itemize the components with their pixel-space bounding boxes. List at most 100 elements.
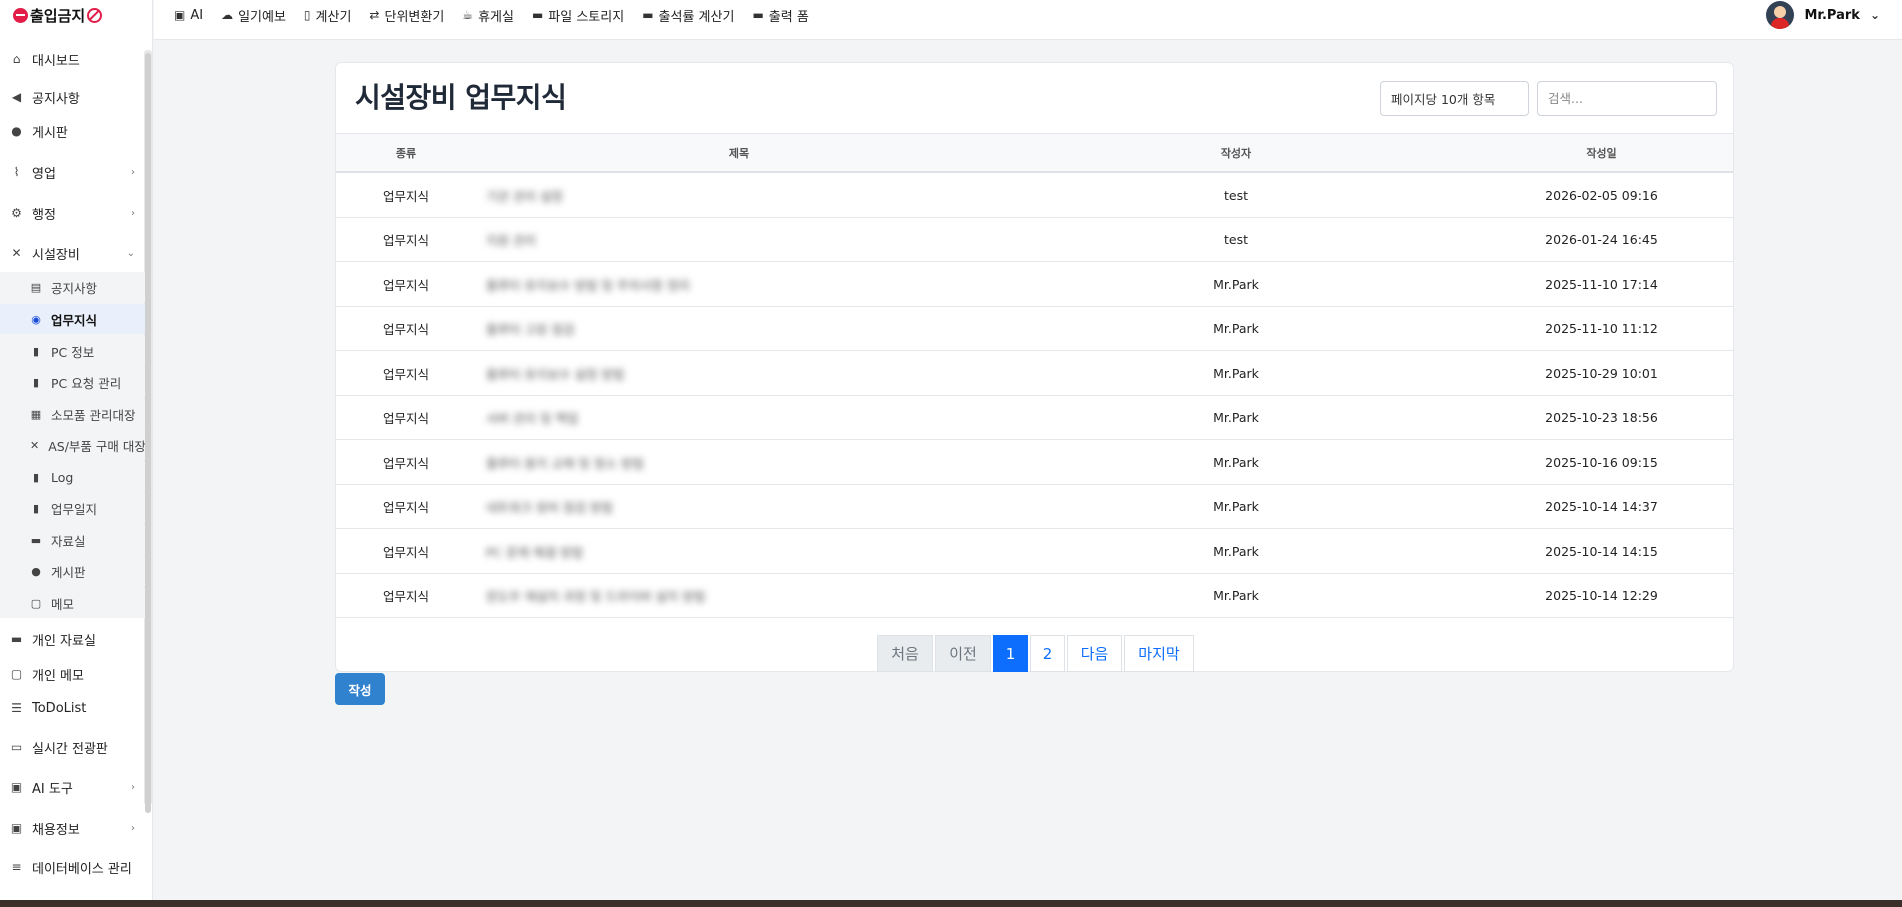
topnav-label: 출석률 계산기 (658, 9, 735, 25)
table-row[interactable]: 업무지식 네트워크 장비 점검 방법 Mr.Park 2025-10-14 14:37 (336, 485, 1733, 529)
page-next-button[interactable]: 다음 (1067, 635, 1122, 672)
cell-title[interactable]: 플루터 유지보수 방법 및 주의사항 정리 (476, 262, 1002, 306)
cell-date-text: 2025-10-14 14:15 (1545, 543, 1658, 559)
sidebar-subitem-board[interactable]: ● 게시판 (0, 556, 145, 586)
cell-author: Mr.Park (1002, 396, 1470, 440)
topnav-label: 출력 폼 (768, 9, 809, 25)
database-icon: ≡ (11, 860, 22, 874)
table-row[interactable]: 업무지식 서버 관리 및 백업 Mr.Park 2025-10-23 18:56 (336, 396, 1733, 440)
table-row[interactable]: 업무지식 지원 관리 test 2026-01-24 16:45 (336, 218, 1733, 262)
cell-date-text: 2025-10-14 14:37 (1545, 499, 1658, 514)
sidebar-subitem-memo[interactable]: ▢ 메모 (0, 588, 145, 618)
note-icon: ▢ (30, 596, 42, 610)
calculator-icon: ▯ (303, 8, 311, 22)
column-header-date[interactable]: 작성일 (1470, 134, 1733, 172)
page-button-1[interactable]: 1 (993, 635, 1028, 672)
cell-type-text: 업무지식 (382, 366, 429, 382)
cell-title[interactable]: 네트워크 장비 점검 방법 (476, 485, 1002, 529)
sidebar-item-database[interactable]: ≡ 데이터베이스 관리 (0, 852, 145, 882)
cell-title[interactable]: 기관 관리 설정 (476, 173, 1002, 217)
cell-title[interactable]: 플루터 유지보수 설정 방법 (476, 351, 1002, 395)
cell-title[interactable]: 플루터 용지 교체 및 청소 방법 (476, 440, 1002, 484)
topnav-attendance-calc[interactable]: ▬ 출석률 계산기 (642, 6, 734, 25)
sidebar-item-live-board[interactable]: ▭ 실시간 전광판 (0, 732, 145, 762)
topnav-ai[interactable]: ▣ AI (174, 8, 203, 23)
page-first-button[interactable]: 처음 (877, 635, 933, 672)
page-title: 시설장비 업무지식 (355, 81, 567, 114)
chevron-right-icon: › (131, 781, 135, 793)
sidebar-item-label: 실시간 전광판 (32, 741, 108, 757)
sidebar-item-sales[interactable]: ⌇ 영업 › (0, 157, 145, 187)
sidebar-item-label: 영업 (32, 166, 56, 182)
table-row[interactable]: 업무지식 PC 문제 해결 방법 Mr.Park 2025-10-14 14:15 (336, 529, 1733, 574)
folder-icon: ▬ (531, 8, 544, 22)
sidebar-subitem-pc-requests[interactable]: ▮ PC 요청 관리 (0, 367, 145, 397)
sidebar-item-todolist[interactable]: ☰ ToDoList (0, 693, 145, 723)
sidebar-item-label: 개인 자료실 (32, 633, 96, 649)
cell-title[interactable]: 지원 관리 (476, 218, 1002, 262)
page-last-button[interactable]: 마지막 (1124, 635, 1194, 672)
per-page-select[interactable]: 페이지당 10개 항목 (1380, 81, 1529, 116)
topnav-unit-converter[interactable]: ⇄ 단위변환기 (369, 6, 444, 25)
topnav-weather[interactable]: ☁ 일기예보 (221, 6, 286, 25)
column-header-author[interactable]: 작성자 (1002, 134, 1470, 172)
sidebar-item-board[interactable]: ● 게시판 (0, 116, 145, 146)
user-name: Mr.Park (1804, 7, 1860, 23)
sidebar-subitem-log[interactable]: ▮ Log (0, 462, 145, 492)
table-row[interactable]: 업무지식 플루터 용지 교체 및 청소 방법 Mr.Park 2025-10-16 0… (336, 440, 1733, 485)
topnav-file-storage[interactable]: ▬ 파일 스토리지 (532, 6, 624, 25)
write-button[interactable]: 작성 (335, 673, 385, 705)
page-button-2[interactable]: 2 (1030, 635, 1065, 672)
cell-title[interactable]: 서버 관리 및 백업 (476, 396, 1002, 440)
sidebar-item-jobs[interactable]: ▣ 채용정보 › (0, 813, 145, 843)
table-row[interactable]: 업무지식 플루터 유지보수 설정 방법 Mr.Park 2025-10-29 10:0… (336, 351, 1733, 396)
cell-type: 업무지식 (336, 173, 476, 217)
cell-title[interactable]: 플루터 고장 점검 (476, 307, 1002, 351)
cell-type: 업무지식 (336, 262, 476, 306)
search-input[interactable] (1537, 81, 1717, 116)
sidebar-subitem-label: 업무지식 (51, 312, 98, 328)
sidebar-subitem-pc-info[interactable]: ▮ PC 정보 (0, 336, 145, 366)
sidebar-subitem-notices[interactable]: ▤ 공지사항 (0, 272, 145, 302)
sidebar-subitem-archive[interactable]: ▬ 자료실 (0, 525, 145, 555)
sidebar-scrollbar[interactable] (144, 50, 152, 813)
sidebar-item-personal-archive[interactable]: ▬ 개인 자료실 (0, 624, 145, 654)
topnav-lounge[interactable]: ☕ 휴게실 (462, 6, 514, 25)
cell-author: Mr.Park (1002, 351, 1470, 395)
sidebar-item-facility[interactable]: ✕ 시설장비 ⌄ (0, 238, 145, 268)
cell-author-text: Mr.Park (1213, 276, 1259, 292)
brand-logo[interactable]: 출입금지 (0, 0, 152, 30)
comments-icon: ● (11, 124, 22, 138)
sidebar-item-dashboard[interactable]: ⌂ 대시보드 (0, 44, 145, 74)
cell-title[interactable]: 윈도우 재설치 과정 및 드라이버 설치 방법 (476, 574, 1002, 618)
cell-date-text: 2025-10-23 18:56 (1545, 410, 1658, 425)
cell-title-text: 네트워크 장비 점검 방법 (486, 500, 613, 515)
sidebar-subitem-as-parts[interactable]: ✕ AS/부품 구매 대장 (0, 430, 145, 460)
page-prev-button[interactable]: 이전 (935, 635, 991, 672)
table-row[interactable]: 업무지식 기관 관리 설정 test 2026-02-05 09:16 (336, 173, 1733, 218)
column-header-type[interactable]: 종류 (336, 134, 476, 172)
user-menu[interactable]: Mr.Park ⌄ (1766, 0, 1880, 30)
sidebar-item-admin[interactable]: ⚙ 행정 › (0, 198, 145, 228)
topnav-calculator[interactable]: ▯ 계산기 (304, 6, 352, 25)
sidebar-item-personal-memo[interactable]: ▢ 개인 메모 (0, 659, 145, 689)
sidebar-subitem-supplies[interactable]: ▦ 소모품 관리대장 (0, 399, 145, 429)
table-row[interactable]: 업무지식 윈도우 재설치 과정 및 드라이버 설치 방법 Mr.Park 2025-1… (336, 574, 1733, 618)
sidebar-item-ai-tools[interactable]: ▣ AI 도구 › (0, 772, 145, 802)
table-row[interactable]: 업무지식 플루터 고장 점검 Mr.Park 2025-11-10 11:12 (336, 307, 1733, 351)
sidebar-scrollbar-thumb[interactable] (145, 53, 151, 813)
cell-type: 업무지식 (336, 351, 476, 395)
table-row[interactable]: 업무지식 플루터 유지보수 방법 및 주의사항 정리 Mr.Park 2025-11-… (336, 262, 1733, 307)
sidebar-subitem-knowledge[interactable]: ◉ 업무지식 (0, 304, 145, 334)
taskbar-strip (0, 900, 1902, 907)
cell-type: 업무지식 (336, 574, 476, 618)
cell-type: 업무지식 (336, 307, 476, 351)
topnav-print-form[interactable]: ▬ 출력 폼 (752, 6, 808, 25)
sidebar-subitem-work-log[interactable]: ▮ 업무일지 (0, 493, 145, 523)
sidebar-subitem-label: PC 정보 (51, 344, 95, 360)
sidebar-item-notices[interactable]: ◀ 공지사항 (0, 82, 145, 112)
cell-date-text: 2026-02-05 09:16 (1545, 187, 1658, 203)
cell-title[interactable]: PC 문제 해결 방법 (476, 529, 1002, 573)
note-icon: ▢ (10, 667, 23, 681)
column-header-title[interactable]: 제목 (476, 134, 1002, 172)
